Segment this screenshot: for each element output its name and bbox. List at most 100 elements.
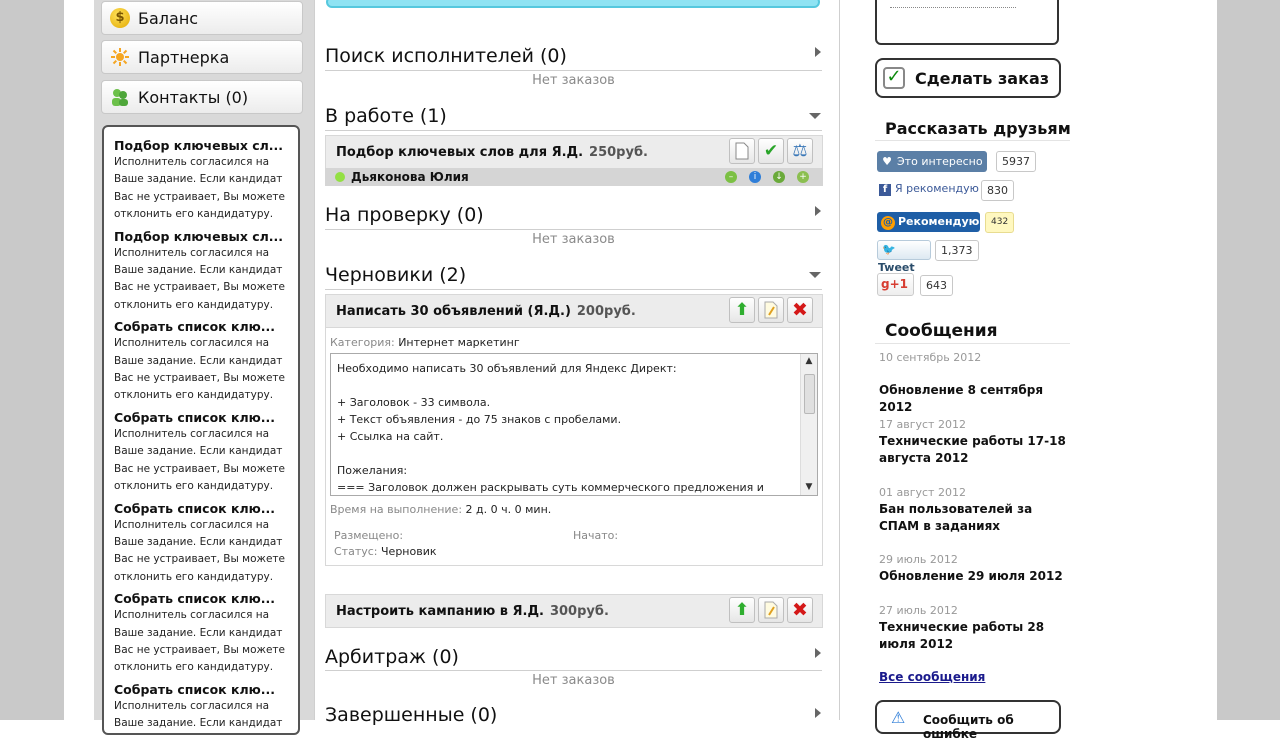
- news-title[interactable]: Технические работы 28 июля 2012: [879, 619, 1069, 653]
- divider: [839, 0, 840, 720]
- publish-up-icon[interactable]: ⬆: [729, 597, 755, 623]
- edit-icon[interactable]: [758, 597, 784, 623]
- divider: [890, 7, 1016, 8]
- info-icon[interactable]: i: [749, 171, 761, 183]
- notification-body: Исполнитель согласился на Ваше задание. …: [114, 699, 283, 730]
- publish-up-icon[interactable]: ⬆: [729, 297, 755, 323]
- news-date: 27 июль 2012: [879, 604, 958, 617]
- nav-contacts-label: Контакты (0): [138, 87, 249, 107]
- tweet-count: 1,373: [935, 240, 979, 261]
- notification-title[interactable]: Собрать список клю...: [114, 500, 298, 517]
- delete-button[interactable]: ✖: [787, 297, 813, 323]
- notification-item[interactable]: Собрать список клю... Исполнитель соглас…: [114, 681, 298, 733]
- nav-contacts[interactable]: Контакты (0): [101, 80, 303, 114]
- nav-balance[interactable]: $ Баланс: [101, 1, 303, 35]
- placed-label: Размещено:: [334, 529, 404, 542]
- window-margin-left: [0, 0, 64, 720]
- notification-title[interactable]: Собрать список клю...: [114, 318, 298, 335]
- document-icon[interactable]: [729, 138, 755, 164]
- chevron-right-icon[interactable]: [815, 47, 821, 57]
- order-title-group: Настроить кампанию в Я.Д. 300руб.: [336, 604, 609, 619]
- scrollbar-thumb[interactable]: [804, 374, 815, 414]
- notification-item[interactable]: Собрать список клю... Исполнитель соглас…: [114, 318, 298, 405]
- worker-name[interactable]: Дьяконова Юлия: [351, 170, 469, 184]
- mail-label: Рекомендую: [898, 215, 980, 228]
- divider: [325, 70, 822, 71]
- description-textarea[interactable]: Необходимо написать 30 объявлений для Ян…: [330, 353, 818, 496]
- scrollbar[interactable]: ▲ ▼: [800, 354, 817, 495]
- started-label: Начато:: [573, 529, 619, 542]
- order-row-draft[interactable]: Настроить кампанию в Я.Д. 300руб. ⬆ ✖: [325, 594, 823, 628]
- accept-button[interactable]: ✔: [758, 138, 784, 164]
- download-icon[interactable]: ↓: [773, 171, 785, 183]
- section-arbitration-title[interactable]: Арбитраж (0): [325, 646, 459, 668]
- news-title[interactable]: Обновление 29 июля 2012: [879, 568, 1069, 585]
- tweet-button[interactable]: 🐦Tweet: [877, 240, 931, 274]
- scroll-up-icon[interactable]: ▲: [801, 354, 817, 369]
- chevron-right-icon[interactable]: [815, 708, 821, 718]
- mail-recommend-button[interactable]: @ Рекомендую: [877, 212, 980, 232]
- chevron-down-icon[interactable]: [809, 272, 821, 278]
- news-title[interactable]: Обновление 8 сентября 2012: [879, 382, 1069, 416]
- edit-icon[interactable]: [758, 297, 784, 323]
- arbitration-scales-icon[interactable]: ⚖: [787, 138, 813, 164]
- notification-title[interactable]: Собрать список клю...: [114, 590, 298, 607]
- status-label: Статус:: [334, 545, 378, 558]
- share-heading: Рассказать друзьям: [885, 119, 1071, 138]
- vk-like-button[interactable]: ♥ Это интересно: [877, 151, 987, 172]
- notification-title[interactable]: Подбор ключевых сл...: [114, 137, 298, 154]
- section-review-title[interactable]: На проверку (0): [325, 204, 484, 226]
- chevron-right-icon[interactable]: [815, 206, 821, 216]
- section-in-work-title[interactable]: В работе (1): [325, 105, 447, 127]
- user-add-icon[interactable]: +: [797, 171, 809, 183]
- notification-item[interactable]: Подбор ключевых сл... Исполнитель соглас…: [114, 228, 298, 315]
- notification-title[interactable]: Собрать список клю...: [114, 409, 298, 426]
- order-row-draft[interactable]: Написать 30 объявлений (Я.Д.) 200руб. ⬆ ✖: [325, 294, 823, 328]
- section-completed-title[interactable]: Завершенные (0): [325, 704, 497, 726]
- nav-partner[interactable]: Партнерка: [101, 40, 303, 74]
- gplus-count: 643: [920, 275, 953, 296]
- mail-count: 432: [985, 212, 1015, 233]
- notification-body: Исполнитель согласился на Ваше задание. …: [114, 156, 285, 221]
- order-row-in-work[interactable]: Подбор ключевых слов для Я.Д. 250руб. ✔ ⚖: [325, 135, 823, 169]
- chevron-down-icon[interactable]: [809, 113, 821, 119]
- description-text[interactable]: Необходимо написать 30 объявлений для Ян…: [331, 354, 817, 495]
- online-status-icon: [335, 172, 345, 182]
- order-title-group: Написать 30 объявлений (Я.Д.) 200руб.: [336, 304, 636, 319]
- delete-button[interactable]: ✖: [787, 597, 813, 623]
- notification-body: Исполнитель согласился на Ваше задание. …: [114, 427, 285, 493]
- news-title[interactable]: Технические работы 17-18 августа 2012: [879, 433, 1069, 467]
- report-error-label: Сообщить об ошибке: [923, 713, 1014, 741]
- news-title[interactable]: Бан пользователей за СПАМ в заданиях: [879, 501, 1069, 535]
- notification-body: Исполнитель согласился на Ваше задание. …: [114, 518, 285, 583]
- empty-state: Нет заказов: [532, 673, 615, 688]
- make-order-button[interactable]: ✓ Сделать заказ: [875, 58, 1061, 98]
- section-drafts-title[interactable]: Черновики (2): [325, 264, 466, 286]
- report-error-button[interactable]: ⚠ Сообщить об ошибке: [875, 700, 1061, 741]
- notification-body: Исполнитель согласился на Ваше задание. …: [114, 337, 285, 402]
- all-messages-link[interactable]: Все сообщения: [879, 670, 985, 684]
- section-search-title[interactable]: Поиск исполнителей (0): [325, 45, 567, 67]
- time-label: Время на выполнение:: [330, 503, 463, 516]
- divider: [875, 140, 1070, 141]
- news-date: 01 август 2012: [879, 486, 966, 499]
- sun-icon: [110, 47, 130, 67]
- notification-item[interactable]: Собрать список клю... Исполнитель соглас…: [114, 590, 298, 677]
- remove-icon[interactable]: –: [725, 171, 737, 183]
- notification-item[interactable]: Собрать список клю... Исполнитель соглас…: [114, 500, 298, 587]
- checkbox-icon: ✓: [883, 67, 905, 89]
- gplus-button[interactable]: g+1: [877, 273, 914, 296]
- notification-title[interactable]: Подбор ключевых сл...: [114, 228, 298, 245]
- notification-item[interactable]: Собрать список клю... Исполнитель соглас…: [114, 409, 298, 496]
- order-title[interactable]: Настроить кампанию в Я.Д.: [336, 604, 544, 619]
- order-price: 300руб.: [549, 604, 609, 619]
- facebook-recommend-button[interactable]: f Я рекомендую: [879, 182, 979, 196]
- notification-item[interactable]: Подбор ключевых сл... Исполнитель соглас…: [114, 137, 298, 224]
- order-title[interactable]: Написать 30 объявлений (Я.Д.): [336, 304, 571, 319]
- notification-title[interactable]: Собрать список клю...: [114, 681, 298, 698]
- scroll-down-icon[interactable]: ▼: [801, 480, 817, 495]
- divider: [314, 0, 315, 720]
- chevron-right-icon[interactable]: [815, 648, 821, 658]
- category-label: Категория:: [330, 336, 395, 349]
- order-title[interactable]: Подбор ключевых слов для Я.Д.: [336, 145, 583, 160]
